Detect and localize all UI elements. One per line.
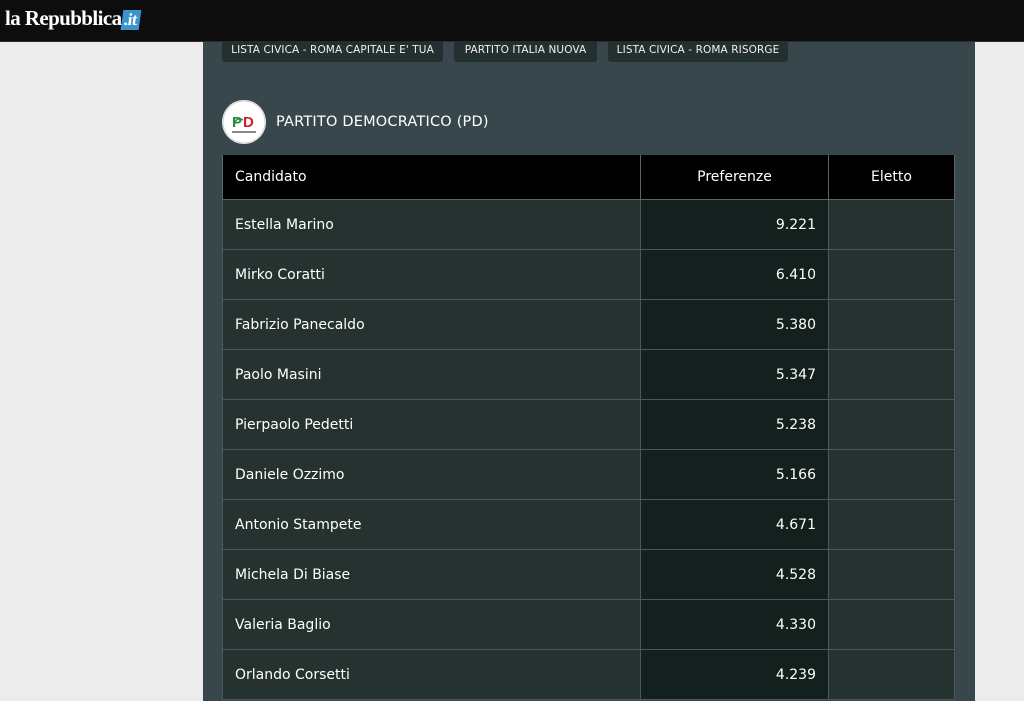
logo-tld: .it xyxy=(121,10,142,30)
candidate-votes: 4.528 xyxy=(640,549,829,600)
svg-text:D: D xyxy=(243,114,254,131)
table-row: Daniele Ozzimo 5.166 xyxy=(222,449,955,500)
candidate-elected xyxy=(828,449,955,500)
candidate-votes: 4.239 xyxy=(640,649,829,700)
table-row: Pierpaolo Pedetti 5.238 xyxy=(222,399,955,450)
candidate-elected xyxy=(828,499,955,550)
candidate-elected xyxy=(828,649,955,700)
candidate-name: Orlando Corsetti xyxy=(222,649,641,700)
table-row: Fabrizio Panecaldo 5.380 xyxy=(222,299,955,350)
candidate-name: Daniele Ozzimo xyxy=(222,449,641,500)
party-title: PARTITO DEMOCRATICO (PD) xyxy=(276,114,489,130)
candidate-votes: 5.166 xyxy=(640,449,829,500)
candidate-elected xyxy=(828,349,955,400)
column-header-preferences[interactable]: Preferenze xyxy=(640,155,829,200)
candidate-name: Paolo Masini xyxy=(222,349,641,400)
tab-lista-civica-roma-risorge[interactable]: LISTA CIVICA - ROMA RISORGE xyxy=(608,42,788,62)
candidate-elected xyxy=(828,549,955,600)
site-logo[interactable]: la Repubblica .it xyxy=(5,6,142,31)
candidate-name: Pierpaolo Pedetti xyxy=(222,399,641,450)
candidate-elected xyxy=(828,599,955,650)
svg-text:P: P xyxy=(232,114,242,131)
table-row: Valeria Baglio 4.330 xyxy=(222,599,955,650)
table-header-row: Candidato Preferenze Eletto xyxy=(222,155,955,200)
table-row: Orlando Corsetti 4.239 xyxy=(222,649,955,700)
logo-main-text: la Repubblica xyxy=(5,6,122,30)
candidate-votes: 4.671 xyxy=(640,499,829,550)
candidate-votes: 4.330 xyxy=(640,599,829,650)
column-header-candidate[interactable]: Candidato xyxy=(222,155,641,200)
tab-partito-italia-nuova[interactable]: PARTITO ITALIA NUOVA xyxy=(454,42,597,62)
candidate-votes: 6.410 xyxy=(640,249,829,300)
results-table: Candidato Preferenze Eletto Estella Mari… xyxy=(222,155,955,700)
candidate-votes: 9.221 xyxy=(640,199,829,250)
table-row: Antonio Stampete 4.671 xyxy=(222,499,955,550)
candidate-name: Antonio Stampete xyxy=(222,499,641,550)
results-panel: LISTA CIVICA - ROMA CAPITALE E' TUA PART… xyxy=(203,42,975,701)
column-header-elected[interactable]: Eletto xyxy=(828,155,955,200)
table-row: Michela Di Biase 4.528 xyxy=(222,549,955,600)
candidate-elected xyxy=(828,399,955,450)
candidate-votes: 5.380 xyxy=(640,299,829,350)
table-row: Estella Marino 9.221 xyxy=(222,199,955,250)
candidate-name: Fabrizio Panecaldo xyxy=(222,299,641,350)
pd-party-logo-icon: P D xyxy=(222,100,266,144)
top-bar: la Repubblica .it xyxy=(0,0,1024,42)
candidate-name: Mirko Coratti xyxy=(222,249,641,300)
candidate-name: Valeria Baglio xyxy=(222,599,641,650)
candidate-name: Estella Marino xyxy=(222,199,641,250)
candidate-elected xyxy=(828,299,955,350)
candidate-elected xyxy=(828,249,955,300)
table-row: Paolo Masini 5.347 xyxy=(222,349,955,400)
table-row: Mirko Coratti 6.410 xyxy=(222,249,955,300)
candidate-elected xyxy=(828,199,955,250)
candidate-name: Michela Di Biase xyxy=(222,549,641,600)
party-header: P D PARTITO DEMOCRATICO (PD) xyxy=(222,100,922,144)
candidate-votes: 5.347 xyxy=(640,349,829,400)
candidate-votes: 5.238 xyxy=(640,399,829,450)
tab-lista-civica-roma-capitale[interactable]: LISTA CIVICA - ROMA CAPITALE E' TUA xyxy=(222,42,443,62)
